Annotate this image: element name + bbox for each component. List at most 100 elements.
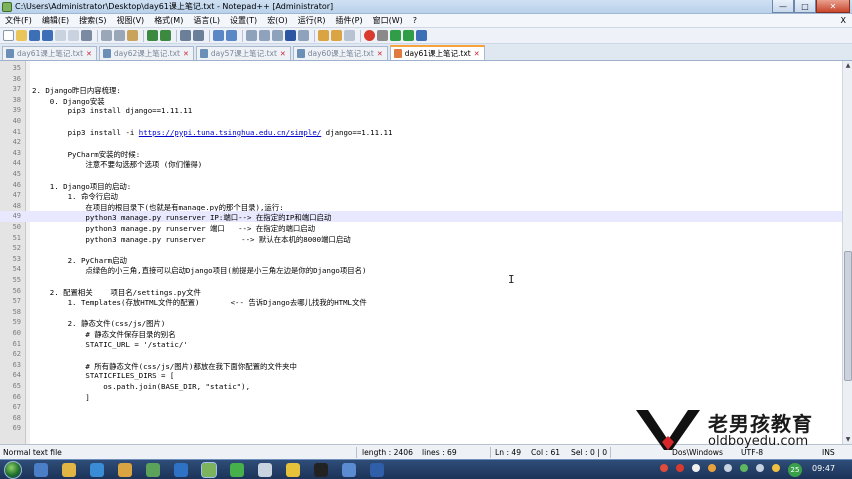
editor-line[interactable]: 51 python3 manage.py runserver --> 默认在本机…: [0, 233, 842, 244]
taskbar-app-icon[interactable]: [146, 463, 160, 477]
menu-file[interactable]: 文件(F): [0, 15, 37, 26]
zoom-out-icon[interactable]: [226, 30, 237, 41]
editor-line[interactable]: 44 注意不要勾选那个选项 (你们懂得): [0, 158, 842, 169]
maximize-button[interactable]: □: [794, 0, 816, 13]
editor-line[interactable]: 52: [0, 243, 842, 254]
function-list-icon[interactable]: [331, 30, 342, 41]
tray-icon[interactable]: [692, 464, 700, 472]
start-button-icon[interactable]: [4, 461, 22, 479]
menu-settings[interactable]: 设置(T): [225, 15, 262, 26]
editor-line[interactable]: 69: [0, 423, 842, 434]
menu-search[interactable]: 搜索(S): [74, 15, 111, 26]
redo-icon[interactable]: [160, 30, 171, 41]
editor-line[interactable]: 55: [0, 275, 842, 286]
editor-line[interactable]: 65 os.path.join(BASE_DIR, "static"),: [0, 381, 842, 392]
tab-close-icon[interactable]: ✕: [86, 50, 92, 58]
url-link[interactable]: https://pypi.tuna.tsinghua.edu.cn/simple…: [139, 128, 321, 137]
text-editor[interactable]: 35 36 37 2. Django昨日内容梳理: 38 0. Django安装 39 p…: [0, 61, 842, 444]
paste-icon[interactable]: [127, 30, 138, 41]
open-folder-icon[interactable]: [16, 30, 27, 41]
editor-line[interactable]: 57 1. Templates(存放HTML文件的配置) <-- 告诉Djang…: [0, 296, 842, 307]
close-all-icon[interactable]: [68, 30, 79, 41]
taskbar-app-icon[interactable]: [118, 463, 132, 477]
taskbar-app-icon[interactable]: [370, 463, 384, 477]
close-button[interactable]: ✕: [816, 0, 850, 13]
tab-day60-notes[interactable]: day60课上笔记.txt ✕: [292, 46, 388, 60]
editor-line[interactable]: 59 2. 静态文件(css/js/图片): [0, 317, 842, 328]
tray-record-icon[interactable]: [676, 464, 684, 472]
tab-day61-notes[interactable]: day61课上笔记.txt ✕: [2, 46, 97, 60]
editor-line[interactable]: 64 STATICFILES_DIRS = [: [0, 370, 842, 381]
menu-window[interactable]: 窗口(W): [368, 15, 408, 26]
tray-icon[interactable]: [772, 464, 780, 472]
editor-line[interactable]: 41 pip3 install -i https://pypi.tuna.tsi…: [0, 127, 842, 138]
editor-line[interactable]: 47 1. 命令行启动: [0, 190, 842, 201]
scroll-thumb[interactable]: [844, 251, 852, 381]
new-file-icon[interactable]: [3, 30, 14, 41]
find-icon[interactable]: [180, 30, 191, 41]
copy-icon[interactable]: [114, 30, 125, 41]
editor-line[interactable]: 54 点绿色的小三角,直接可以启动Django项目(前提是小三角左边是你的Dja…: [0, 264, 842, 275]
indent-guide-icon[interactable]: [298, 30, 309, 41]
tab-day57-notes[interactable]: day57课上笔记.txt ✕: [195, 46, 291, 60]
editor-line[interactable]: 36: [0, 74, 842, 85]
play-macro-icon[interactable]: [390, 30, 401, 41]
tab-day62-notes[interactable]: day62课上笔记.txt ✕: [98, 46, 194, 60]
record-macro-icon[interactable]: [364, 30, 375, 41]
tray-volume-icon[interactable]: [756, 464, 764, 472]
taskbar-pycharm-icon[interactable]: [230, 463, 244, 477]
editor-line[interactable]: 43 PyCharm安装的时候:: [0, 148, 842, 159]
taskbar-notepadpp-icon[interactable]: [201, 462, 217, 478]
run-macro-multiple-icon[interactable]: [403, 30, 414, 41]
word-wrap-icon[interactable]: [272, 30, 283, 41]
close-file-icon[interactable]: [55, 30, 66, 41]
close-document-button[interactable]: X: [841, 16, 846, 25]
tray-badge[interactable]: 25: [788, 463, 802, 477]
tab-close-icon[interactable]: ✕: [474, 50, 480, 58]
taskbar-app-icon[interactable]: [258, 463, 272, 477]
editor-line[interactable]: 63 # 所有静态文件(css/js/图片)都放在我下面你配置的文件夹中: [0, 360, 842, 371]
sync-vertical-icon[interactable]: [246, 30, 257, 41]
stop-macro-icon[interactable]: [377, 30, 388, 41]
tray-icon[interactable]: [708, 464, 716, 472]
editor-line[interactable]: 62: [0, 349, 842, 360]
taskbar-app-icon[interactable]: [342, 463, 356, 477]
menu-edit[interactable]: 编辑(E): [37, 15, 74, 26]
editor-line[interactable]: 67: [0, 402, 842, 413]
editor-line[interactable]: 39 pip3 install django==1.11.11: [0, 105, 842, 116]
print-icon[interactable]: [81, 30, 92, 41]
tab-close-icon[interactable]: ✕: [377, 50, 383, 58]
editor-line[interactable]: 48 在项目的根目录下(也就是有manage.py的那个目录),运行:: [0, 201, 842, 212]
menu-view[interactable]: 视图(V): [111, 15, 149, 26]
editor-line[interactable]: 38 0. Django安装: [0, 95, 842, 106]
undo-icon[interactable]: [147, 30, 158, 41]
show-all-chars-icon[interactable]: [285, 30, 296, 41]
menu-run[interactable]: 运行(R): [293, 15, 331, 26]
zoom-in-icon[interactable]: [213, 30, 224, 41]
editor-line[interactable]: 49 python3 manage.py runserver IP:端口--> …: [0, 211, 842, 222]
taskbar-app-icon[interactable]: [174, 463, 188, 477]
sync-horizontal-icon[interactable]: [259, 30, 270, 41]
menu-help[interactable]: ?: [408, 16, 422, 25]
editor-line[interactable]: 61 STATIC_URL = '/static/': [0, 339, 842, 350]
doc-map-icon[interactable]: [318, 30, 329, 41]
editor-line[interactable]: 58: [0, 307, 842, 318]
save-icon[interactable]: [29, 30, 40, 41]
folder-as-workspace-icon[interactable]: [344, 30, 355, 41]
tab-day61-notes-active[interactable]: day61课上笔记.txt ✕: [389, 45, 485, 60]
editor-line[interactable]: 50 python3 manage.py runserver 端口 --> 在指…: [0, 222, 842, 233]
menu-plugins[interactable]: 插件(P): [331, 15, 368, 26]
editor-line[interactable]: 46 1. Django项目的启动:: [0, 180, 842, 191]
tray-icon[interactable]: [724, 464, 732, 472]
editor-line[interactable]: 35: [0, 63, 842, 74]
tab-close-icon[interactable]: ✕: [280, 50, 286, 58]
replace-icon[interactable]: [193, 30, 204, 41]
menu-macro[interactable]: 宏(O): [262, 15, 293, 26]
editor-line[interactable]: 66 ]: [0, 392, 842, 403]
minimize-button[interactable]: —: [772, 0, 794, 13]
taskbar-qq-icon[interactable]: [314, 463, 328, 477]
editor-line[interactable]: 60 # 静态文件保存目录的别名: [0, 328, 842, 339]
editor-line[interactable]: 37 2. Django昨日内容梳理:: [0, 84, 842, 95]
editor-line[interactable]: 53 2. PyCharm启动: [0, 254, 842, 265]
tab-close-icon[interactable]: ✕: [183, 50, 189, 58]
